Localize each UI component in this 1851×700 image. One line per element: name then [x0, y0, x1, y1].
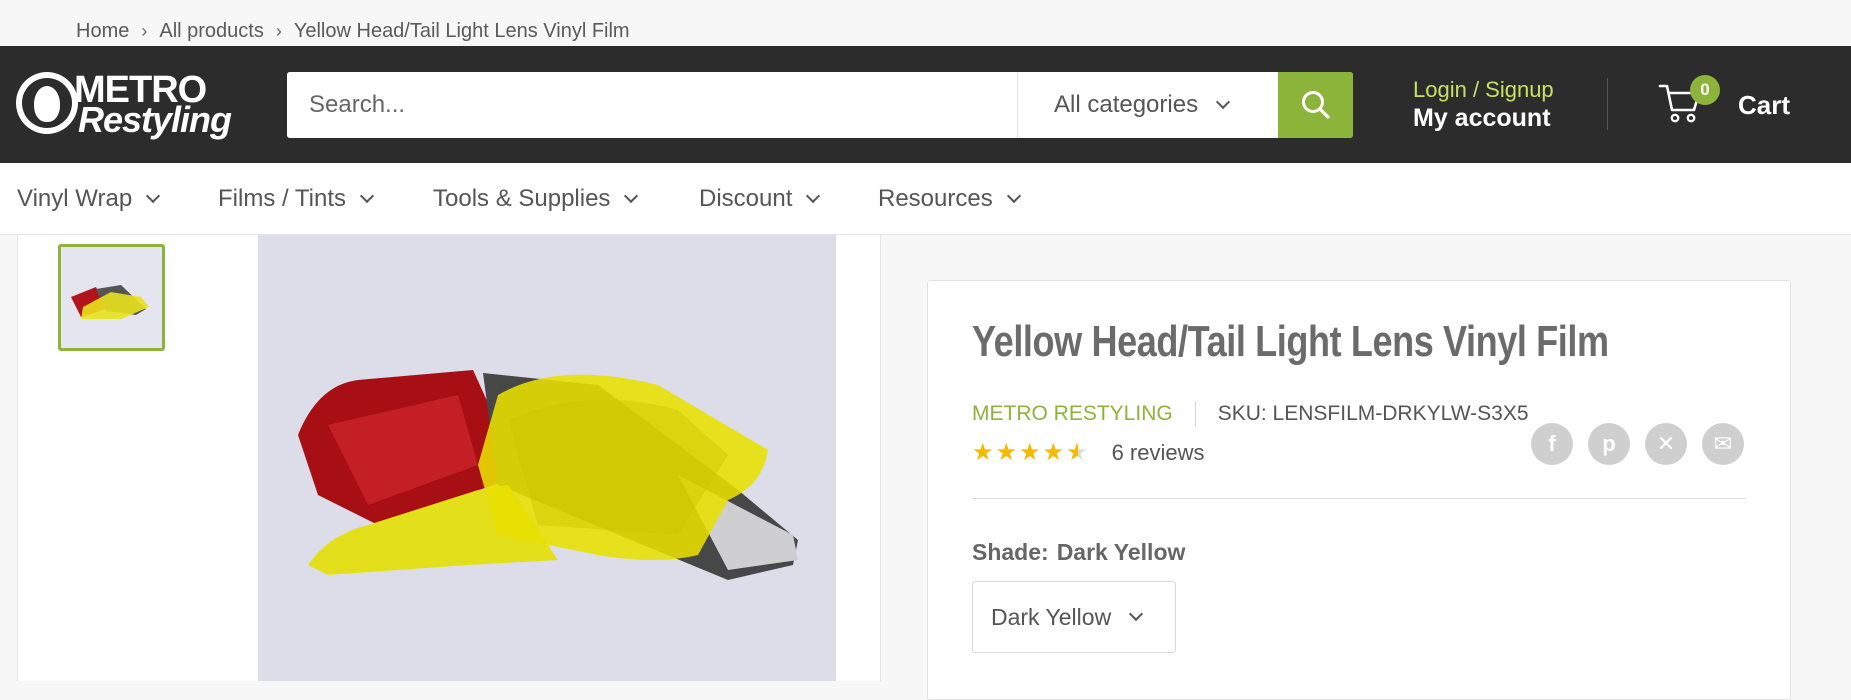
email-icon[interactable]: ✉	[1702, 423, 1744, 465]
x-icon[interactable]: ✕	[1645, 423, 1687, 465]
star-icon: ★	[1042, 439, 1067, 466]
search-bar: All categories	[287, 72, 1353, 138]
breadcrumb: Home › All products › Yellow Head/Tail L…	[0, 0, 1851, 46]
nav-label: Films / Tints	[218, 185, 347, 212]
breadcrumb-home[interactable]: Home	[76, 20, 129, 43]
product-gallery	[17, 235, 881, 681]
star-icon: ★	[1019, 439, 1043, 466]
header-divider	[1607, 78, 1608, 130]
nav-item-discount[interactable]: Discount	[699, 185, 821, 213]
breadcrumb-current: Yellow Head/Tail Light Lens Vinyl Film	[293, 20, 630, 42]
search-icon	[1301, 91, 1330, 119]
account-link[interactable]: Login / Signup My account	[1413, 76, 1554, 132]
chevron-down-icon	[624, 188, 639, 204]
breadcrumb-separator-icon: ›	[275, 21, 282, 41]
star-icon: ★	[1066, 439, 1090, 466]
vendor-link[interactable]: METRO RESTYLING	[972, 402, 1173, 426]
meta-divider	[1194, 401, 1196, 427]
shade-select[interactable]: Dark Yellow	[972, 581, 1176, 653]
nav-label: Resources	[878, 185, 993, 212]
divider	[972, 498, 1746, 499]
my-account-label[interactable]: My account	[1413, 104, 1554, 132]
product-title: Yellow Head/Tail Light Lens Vinyl Film	[972, 317, 1609, 366]
nav-label: Discount	[699, 185, 793, 212]
chevron-down-icon	[146, 188, 161, 204]
cart-count-badge: 0	[1690, 75, 1720, 105]
category-select-label: All categories	[1054, 91, 1199, 118]
shade-label-text: Shade:	[972, 539, 1049, 565]
breadcrumb-separator-icon: ›	[141, 21, 148, 41]
chevron-down-icon	[1129, 606, 1144, 622]
search-button[interactable]	[1278, 72, 1353, 138]
login-signup-link[interactable]: Login / Signup	[1413, 76, 1554, 104]
product-rating[interactable]: ★★★★★ 6 reviews	[972, 438, 1205, 467]
share-buttons: f p ✕ ✉	[1531, 423, 1744, 465]
nav-item-films-tints[interactable]: Films / Tints	[218, 185, 375, 213]
cart-button[interactable]: 0 Cart	[1658, 70, 1798, 136]
product-info-panel: Yellow Head/Tail Light Lens Vinyl Film M…	[927, 280, 1791, 700]
product-main-image[interactable]	[258, 235, 836, 681]
chevron-down-icon	[806, 188, 821, 204]
review-count[interactable]: 6 reviews	[1112, 440, 1205, 466]
logo-mark-icon	[16, 72, 78, 134]
headlight-image	[258, 235, 836, 681]
product-thumbnail-image	[61, 247, 162, 348]
logo-text-restyling: Restyling	[78, 99, 232, 140]
shade-select-value: Dark Yellow	[991, 603, 1112, 630]
cart-label: Cart	[1738, 90, 1791, 120]
product-sku: SKU: LENSFILM-DRKYLW-S3X5	[1217, 402, 1529, 425]
pinterest-icon[interactable]: p	[1588, 423, 1630, 465]
product-thumbnail[interactable]	[58, 244, 165, 351]
nav-label: Tools & Supplies	[433, 185, 611, 212]
facebook-icon[interactable]: f	[1531, 423, 1573, 465]
shade-label: Shade: Dark Yellow	[972, 539, 1185, 566]
nav-item-resources[interactable]: Resources	[878, 185, 1021, 213]
chevron-down-icon	[1216, 94, 1231, 110]
nav-item-tools-supplies[interactable]: Tools & Supplies	[433, 185, 639, 213]
chevron-down-icon	[359, 188, 375, 204]
shade-value: Dark Yellow	[1056, 539, 1186, 565]
main-nav: Vinyl Wrap Films / Tints Tools & Supplie…	[0, 163, 1851, 235]
breadcrumb-all-products[interactable]: All products	[159, 20, 264, 43]
logo[interactable]: METRO Restyling	[16, 70, 232, 140]
category-select[interactable]: All categories	[1017, 72, 1274, 138]
site-header: METRO Restyling All categories Login / S…	[0, 46, 1851, 163]
star-icon: ★	[995, 439, 1020, 466]
product-meta: METRO RESTYLING SKU: LENSFILM-DRKYLW-S3X…	[972, 401, 1529, 427]
search-input[interactable]	[287, 72, 1017, 138]
chevron-down-icon	[1006, 188, 1021, 204]
rating-stars-icon: ★★★★★	[972, 438, 1090, 467]
nav-label: Vinyl Wrap	[17, 185, 133, 212]
star-icon: ★	[972, 439, 996, 466]
nav-item-vinyl-wrap[interactable]: Vinyl Wrap	[17, 185, 161, 213]
